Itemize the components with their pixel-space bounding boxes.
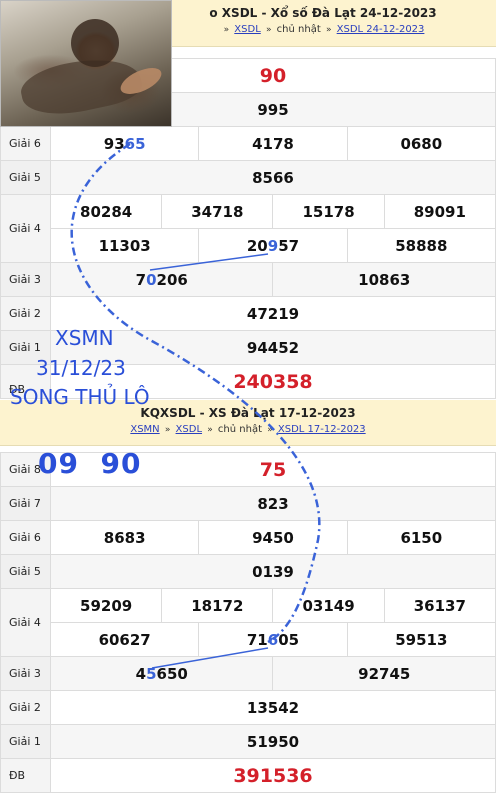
prize-g5: 0139 — [50, 554, 496, 589]
prize-g7: 823 — [50, 486, 496, 521]
prize-g4-7: 58888 — [346, 228, 496, 263]
prize-g3-1: 70206 — [49, 262, 274, 297]
overlay-song-thu-lo: SONG THỦ LÔ — [10, 385, 150, 409]
crumb-weekday: chủ nhật — [217, 424, 262, 435]
prize-g1: 51950 — [50, 724, 496, 759]
overlay-date: 31/12/23 — [36, 356, 126, 380]
crumb-xsdl-date[interactable]: XSDL 24-12-2023 — [337, 24, 425, 35]
prize-g4-1: 59209 — [49, 588, 163, 623]
row-g5: Giải 5 8566 — [0, 160, 496, 195]
prize-g4-3: 15178 — [272, 194, 385, 229]
section2-breadcrumb: XSMN » XSDL » chủ nhật » XSDL 17-12-2023 — [130, 424, 366, 435]
row-g5: Giải 5 0139 — [0, 554, 496, 589]
prize-g4-6: 71605 — [198, 622, 348, 657]
row-g6: Giải 6 9365 4178 0680 — [0, 126, 496, 161]
row-g2: Giải 2 13542 — [0, 690, 496, 725]
prize-g4-5: 11303 — [49, 228, 200, 263]
prize-g4-7: 59513 — [346, 622, 496, 657]
label-g4: Giải 4 — [0, 194, 51, 263]
prize-g4-5: 60627 — [49, 622, 200, 657]
label-g5: Giải 5 — [0, 554, 51, 589]
prize-g6-3: 0680 — [346, 126, 496, 161]
prize-g6-2: 4178 — [198, 126, 348, 161]
prize-g6-2: 9450 — [198, 520, 348, 555]
row-db: ĐB 391536 — [0, 758, 496, 793]
prize-g3-1: 45650 — [49, 656, 274, 691]
prize-g4-6: 20957 — [198, 228, 348, 263]
crumb-xsmn[interactable]: XSMN — [130, 424, 159, 435]
overlay-prediction-numbers: 09 90 — [38, 447, 142, 480]
prize-g4-3: 03149 — [272, 588, 385, 623]
label-g4: Giải 4 — [0, 588, 51, 657]
row-g3: Giải 3 45650 92745 — [0, 656, 496, 691]
prize-g4-2: 18172 — [161, 588, 274, 623]
prize-g6-3: 6150 — [346, 520, 496, 555]
label-db: ĐB — [0, 758, 51, 793]
label-g3: Giải 3 — [0, 262, 51, 297]
prize-g6-1: 9365 — [49, 126, 200, 161]
prize-g5: 8566 — [50, 160, 496, 195]
label-g3: Giải 3 — [0, 656, 51, 691]
row-g4a: Giải 4 59209 18172 03149 36137 — [0, 588, 496, 657]
prize-g3-2: 92745 — [272, 656, 496, 691]
crumb-weekday: chủ nhật — [276, 24, 321, 35]
prize-g4-4: 36137 — [383, 588, 496, 623]
martial-artist-photo — [0, 0, 172, 127]
prize-g2: 47219 — [50, 296, 496, 331]
prize-g2: 13542 — [50, 690, 496, 725]
prize-g6-1: 8683 — [49, 520, 200, 555]
prize-g4-4: 89091 — [383, 194, 496, 229]
row-g6: Giải 6 8683 9450 6150 — [0, 520, 496, 555]
prize-g4-2: 34718 — [161, 194, 274, 229]
row-g4b: 11303 20957 58888 — [1, 228, 496, 263]
label-g2: Giải 2 — [0, 296, 51, 331]
label-g7: Giải 7 — [0, 486, 51, 521]
row-g7: Giải 7 823 — [0, 486, 496, 521]
label-g6: Giải 6 — [0, 126, 51, 161]
row-g1: Giải 1 51950 — [0, 724, 496, 759]
section2-results-table: Giải 8 75 Giải 7 823 Giải 6 8683 9450 61… — [0, 452, 496, 793]
crumb-xsdl-date[interactable]: XSDL 17-12-2023 — [278, 424, 366, 435]
prize-g3-2: 10863 — [272, 262, 496, 297]
crumb-xsdl[interactable]: XSDL — [176, 424, 202, 435]
crumb-xsdl[interactable]: XSDL — [234, 24, 260, 35]
prize-db: 391536 — [50, 758, 496, 793]
label-g5: Giải 5 — [0, 160, 51, 195]
row-g3: Giải 3 70206 10863 — [0, 262, 496, 297]
label-g2: Giải 2 — [0, 690, 51, 725]
overlay-xsmn: XSMN — [55, 326, 114, 350]
prize-g4-1: 80284 — [49, 194, 163, 229]
row-g4b: 60627 71605 59513 — [1, 622, 496, 657]
row-g4a: Giải 4 80284 34718 15178 89091 — [0, 194, 496, 263]
label-g6: Giải 6 — [0, 520, 51, 555]
label-g1: Giải 1 — [0, 724, 51, 759]
